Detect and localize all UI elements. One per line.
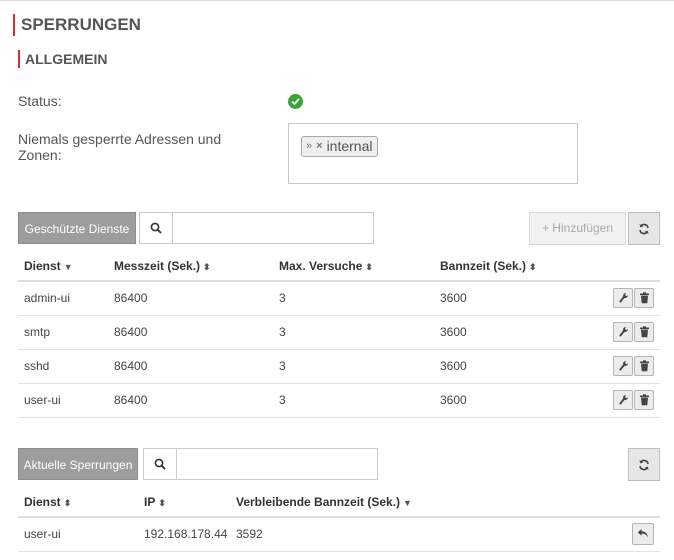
sort-icon: ⬍ bbox=[203, 261, 211, 272]
col-actions bbox=[574, 251, 660, 282]
services-table: Dienst ▼ Messzeit (Sek.) ⬍ Max. Versuche ⬍ … bbox=[18, 251, 660, 418]
table-row: smtp 86400 3 3600 bbox=[18, 315, 660, 350]
edit-button[interactable] bbox=[613, 322, 633, 342]
current-bans-tab[interactable]: Aktuelle Sperrungen bbox=[18, 448, 138, 480]
sort-desc-icon: ▼ bbox=[63, 261, 73, 272]
table-row: sshd 86400 3 3600 bbox=[18, 349, 660, 384]
col-dienst[interactable]: Dienst ▼ bbox=[18, 251, 108, 282]
bans-table: Dienst ⬍ IP ⬍ Verbleibende Bannzeit (Sek.)… bbox=[18, 487, 660, 552]
search-icon bbox=[143, 448, 177, 480]
bans-search bbox=[143, 448, 378, 480]
trash-icon bbox=[640, 394, 649, 406]
col-actions bbox=[600, 487, 660, 518]
services-search bbox=[139, 212, 374, 244]
remove-icon[interactable]: × bbox=[316, 137, 322, 156]
delete-button[interactable] bbox=[634, 322, 654, 342]
bans-search-input[interactable] bbox=[177, 448, 378, 480]
sort-icon: ⬍ bbox=[365, 261, 373, 272]
trash-icon bbox=[640, 292, 649, 304]
col-dienst[interactable]: Dienst ⬍ bbox=[18, 487, 138, 518]
page-title: SPERRUNGEN bbox=[13, 14, 141, 36]
section-title: ALLGEMEIN bbox=[18, 50, 107, 68]
edit-button[interactable] bbox=[613, 356, 633, 376]
services-refresh-button[interactable] bbox=[628, 212, 660, 245]
check-circle-icon bbox=[288, 94, 303, 109]
edit-button[interactable] bbox=[613, 288, 633, 309]
sort-desc-icon: ▼ bbox=[403, 497, 412, 508]
zones-input[interactable]: » × internal bbox=[288, 123, 578, 184]
top-border bbox=[0, 0, 674, 1]
zone-chevrons-icon: » bbox=[306, 140, 313, 152]
bans-refresh-button[interactable] bbox=[628, 448, 660, 481]
edit-button[interactable] bbox=[613, 390, 633, 410]
unban-button[interactable] bbox=[632, 523, 654, 546]
refresh-icon bbox=[639, 459, 649, 470]
sort-icon: ⬍ bbox=[529, 261, 537, 272]
sort-icon: ⬍ bbox=[63, 497, 72, 508]
refresh-icon bbox=[639, 223, 649, 234]
delete-button[interactable] bbox=[634, 288, 654, 309]
wrench-icon bbox=[619, 394, 629, 405]
undo-icon bbox=[637, 529, 648, 538]
trash-icon bbox=[640, 360, 649, 372]
table-row: admin-ui 86400 3 3600 bbox=[18, 281, 660, 316]
delete-button[interactable] bbox=[634, 356, 654, 376]
col-messzeit[interactable]: Messzeit (Sek.) ⬍ bbox=[108, 251, 273, 282]
delete-button[interactable] bbox=[634, 390, 654, 410]
col-bannzeit[interactable]: Bannzeit (Sek.) ⬍ bbox=[434, 251, 574, 282]
zone-chip[interactable]: » × internal bbox=[301, 136, 379, 157]
search-icon bbox=[139, 212, 173, 244]
trash-icon bbox=[640, 326, 649, 338]
col-remaining[interactable]: Verbleibende Bannzeit (Sek.) ▼ bbox=[230, 487, 600, 518]
wrench-icon bbox=[619, 360, 629, 371]
sort-icon: ⬍ bbox=[158, 497, 166, 508]
status-label: Status: bbox=[18, 93, 62, 109]
zone-chip-label: internal bbox=[326, 138, 373, 154]
protected-services-tab[interactable]: Geschützte Dienste bbox=[18, 212, 136, 244]
table-row: user-ui 86400 3 3600 bbox=[18, 383, 660, 418]
wrench-icon bbox=[619, 293, 629, 304]
add-button[interactable]: + Hinzufügen bbox=[529, 212, 626, 245]
col-versuche[interactable]: Max. Versuche ⬍ bbox=[273, 251, 434, 282]
wrench-icon bbox=[619, 326, 629, 337]
services-search-input[interactable] bbox=[173, 212, 374, 244]
zones-label: Niemals gesperrte Adressen und Zonen: bbox=[18, 131, 222, 163]
table-row: user-ui 192.168.178.44 3592 bbox=[18, 517, 660, 552]
col-ip[interactable]: IP ⬍ bbox=[138, 487, 230, 518]
